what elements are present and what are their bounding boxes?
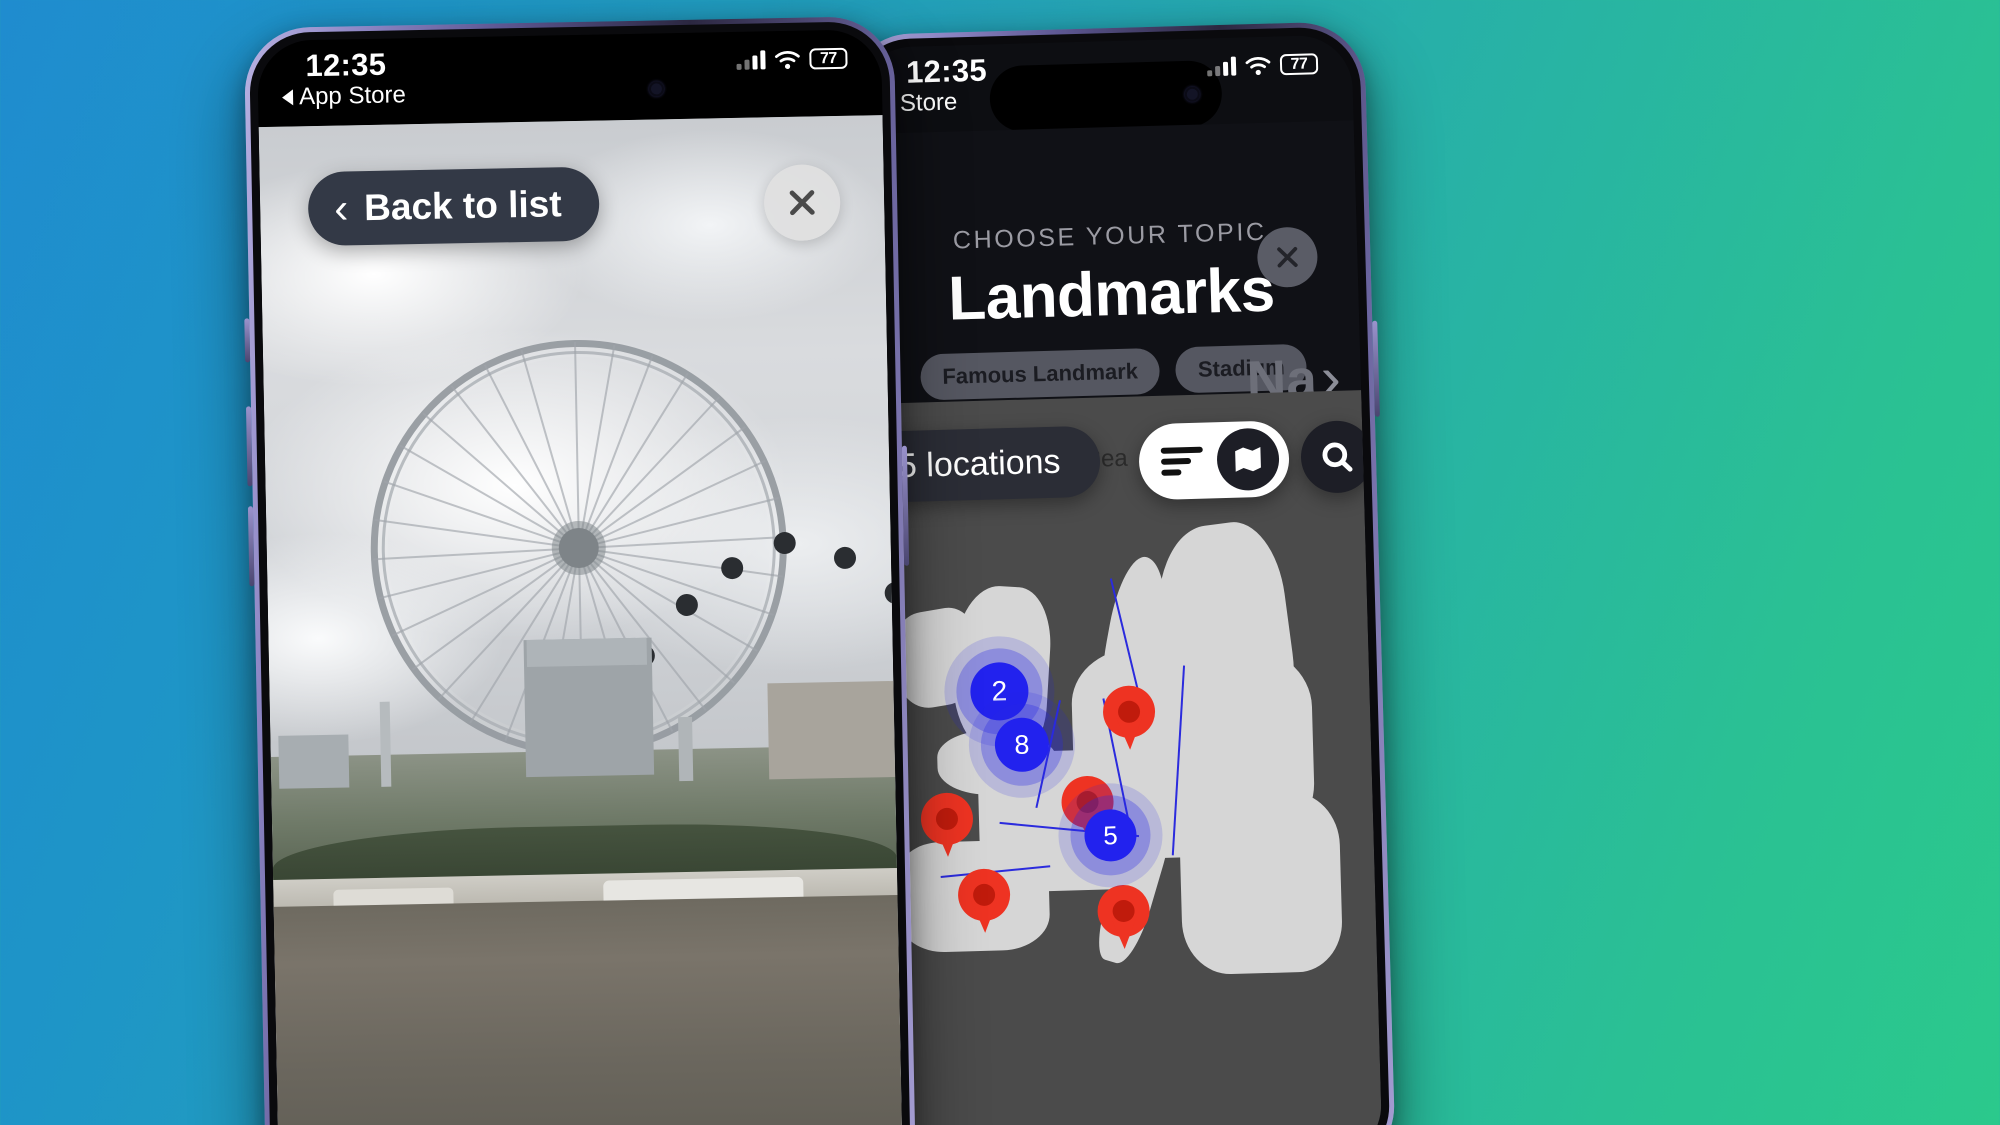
status-back-label: Store [899,88,958,117]
land-balkans [1178,790,1344,976]
back-to-list-label: Back to list [363,183,562,229]
close-icon [1277,246,1298,268]
status-time: 12:35 [305,46,387,84]
status-bar-front: 12:35 App Store 77 [257,29,883,127]
status-back-label: App Store [298,81,407,111]
close-icon [789,190,815,216]
view-toggle-segment[interactable] [1138,420,1291,501]
phone-back-screen: 12:35 Store 77 CHOOSE YOUR TOPIC Landmar… [857,34,1383,1125]
chip-famous-landmark[interactable]: Famous Landmark [919,347,1161,401]
status-indicators: 77 [736,47,848,71]
signal-bars-icon [736,50,766,70]
phone-front-screen: 12:35 App Store 77 ‹ Back to list [256,29,904,1125]
status-back-link[interactable]: App Store [281,81,407,111]
phone-front: 12:35 App Store 77 ‹ Back to list [243,15,917,1125]
wifi-icon [774,50,800,69]
map-canvas[interactable]: n Sea 55 locations [867,390,1383,1125]
status-time: 12:35 [905,52,988,90]
wifi-icon [1245,56,1271,75]
cluster-count: 8 [1013,729,1030,760]
dynamic-island [988,59,1223,133]
cluster-count: 2 [991,675,1008,707]
map-toolbar [1138,418,1374,501]
status-indicators: 77 [1207,53,1319,77]
map-pin[interactable] [957,868,1011,921]
map-view-icon [1235,447,1261,472]
phone-back: 12:35 Store 77 CHOOSE YOUR TOPIC Landmar… [844,20,1396,1125]
building-top [526,637,648,667]
list-view-icon[interactable] [1160,446,1204,476]
building-left [278,734,350,789]
back-triangle-icon [281,89,294,106]
mute-switch[interactable] [244,318,251,363]
battery-indicator: 77 [1279,53,1319,76]
topic-header: CHOOSE YOUR TOPIC Landmarks Famous Landm… [859,120,1362,411]
front-camera-icon [648,80,665,97]
map-pin[interactable] [1102,685,1156,738]
search-icon [1322,442,1353,472]
back-to-list-button[interactable]: ‹ Back to list [307,166,601,247]
signal-bars-icon [1207,56,1237,77]
map-pin[interactable] [1096,884,1151,937]
river-thames [273,894,904,1125]
street-view-photo[interactable]: ‹ Back to list [258,115,904,1125]
map-pin[interactable] [920,792,974,845]
county-hall [767,680,902,780]
mast [678,716,694,782]
front-camera-icon [1184,86,1201,102]
battery-indicator: 77 [809,47,848,70]
status-bar-back: 12:35 Store 77 [857,34,1353,134]
dynamic-island [453,54,687,126]
cluster-count: 5 [1102,819,1119,851]
chimney [379,701,392,788]
chevron-left-icon: ‹ [333,184,349,232]
map-view-button[interactable] [1216,427,1280,492]
